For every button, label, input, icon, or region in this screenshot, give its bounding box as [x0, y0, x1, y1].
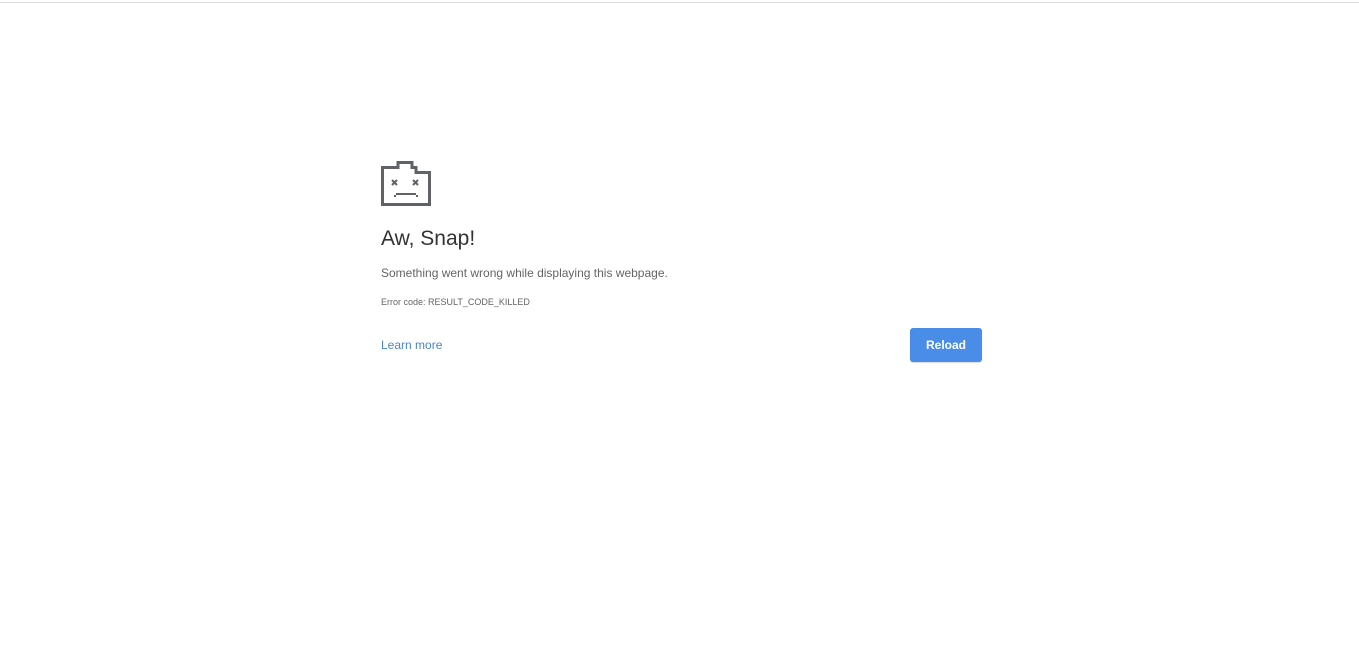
error-message: Something went wrong while displaying th… — [381, 266, 668, 280]
error-code: Error code: RESULT_CODE_KILLED — [381, 297, 530, 307]
error-title: Aw, Snap! — [381, 227, 476, 250]
top-border — [0, 2, 1359, 3]
sad-tab-icon — [381, 161, 431, 206]
reload-button[interactable]: Reload — [910, 328, 982, 362]
learn-more-link[interactable]: Learn more — [381, 338, 442, 352]
